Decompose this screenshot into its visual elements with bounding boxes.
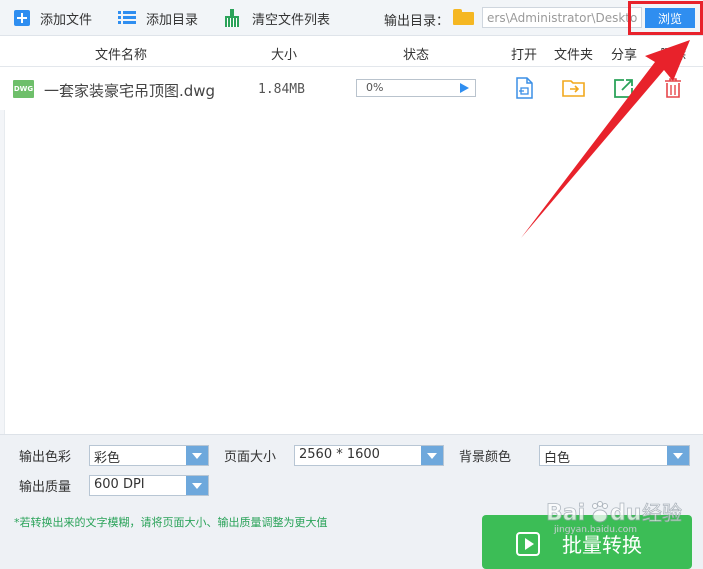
output-quality-select[interactable]: 600 DPI <box>89 475 209 496</box>
add-directory-label: 添加目录 <box>146 12 199 28</box>
output-color-select[interactable]: 彩色 <box>89 445 209 466</box>
broom-icon <box>224 9 240 27</box>
batch-convert-label: 批量转换 <box>562 533 642 557</box>
column-header-size: 大小 <box>271 48 298 63</box>
footer-bar: *若转换出来的文字模糊，请将页面大小、输出质量调整为更大值 批量转换 <box>0 506 703 569</box>
column-header-open: 打开 <box>511 48 538 63</box>
folder-icon[interactable] <box>453 9 474 25</box>
toolbar: 添加文件 添加目录 清空文件列表 输出目录： 浏览 <box>0 0 703 36</box>
browse-button[interactable]: 浏览 <box>645 8 695 28</box>
file-size: 1.84MB <box>258 82 305 97</box>
output-directory-input[interactable] <box>482 7 642 28</box>
chevron-down-icon <box>186 476 208 495</box>
play-icon <box>516 532 540 556</box>
add-file-button[interactable]: 添加文件 <box>14 0 92 36</box>
background-color-value: 白色 <box>544 451 571 466</box>
column-header-status: 状态 <box>403 48 430 63</box>
blur-hint-text: *若转换出来的文字模糊，请将页面大小、输出质量调整为更大值 <box>14 516 328 529</box>
page-size-label: 页面大小 <box>224 450 277 465</box>
column-header-share: 分享 <box>611 48 638 63</box>
background-color-label: 背景颜色 <box>459 450 512 465</box>
file-name: 一套家装豪宅吊顶图.dwg <box>44 82 216 100</box>
clear-list-label: 清空文件列表 <box>252 12 331 28</box>
file-list-left-edge <box>0 110 5 434</box>
share-icon[interactable] <box>613 77 635 99</box>
list-icon <box>118 11 136 25</box>
page-size-select[interactable]: 2560 * 1600 <box>294 445 444 466</box>
start-play-icon[interactable] <box>460 83 469 93</box>
open-file-icon[interactable] <box>513 77 535 99</box>
output-quality-label: 输出质量 <box>19 480 72 495</box>
progress-text: 0% <box>366 81 384 94</box>
output-color-label: 输出色彩 <box>19 450 72 465</box>
open-folder-icon[interactable] <box>562 77 585 99</box>
output-color-value: 彩色 <box>94 451 121 466</box>
converter-window: 添加文件 添加目录 清空文件列表 输出目录： 浏览 文件名称 大小 状态 打开 … <box>0 0 703 569</box>
file-table-header: 文件名称 大小 状态 打开 文件夹 分享 删除 <box>0 37 703 67</box>
table-row[interactable]: DWG 一套家装豪宅吊顶图.dwg 1.84MB 0% <box>0 68 703 110</box>
chevron-down-icon <box>667 446 689 465</box>
chevron-down-icon <box>186 446 208 465</box>
add-directory-button[interactable]: 添加目录 <box>118 0 198 36</box>
output-options-panel: 输出色彩 彩色 页面大小 2560 * 1600 背景颜色 白色 输出质量 60… <box>0 434 703 506</box>
background-color-select[interactable]: 白色 <box>539 445 690 466</box>
dwg-file-icon: DWG <box>13 80 34 98</box>
plus-icon <box>14 10 30 26</box>
trash-icon[interactable] <box>663 77 685 99</box>
add-file-label: 添加文件 <box>40 12 93 28</box>
batch-convert-button[interactable]: 批量转换 <box>482 515 692 569</box>
column-header-delete: 删除 <box>660 48 687 63</box>
conversion-progress-bar: 0% <box>356 79 476 97</box>
output-quality-value: 600 DPI <box>94 477 145 492</box>
column-header-folder: 文件夹 <box>554 48 594 63</box>
column-header-name: 文件名称 <box>95 48 148 63</box>
chevron-down-icon <box>421 446 443 465</box>
clear-list-button[interactable]: 清空文件列表 <box>224 0 330 36</box>
page-size-value: 2560 * 1600 <box>299 447 380 462</box>
output-directory-label: 输出目录： <box>384 14 450 29</box>
